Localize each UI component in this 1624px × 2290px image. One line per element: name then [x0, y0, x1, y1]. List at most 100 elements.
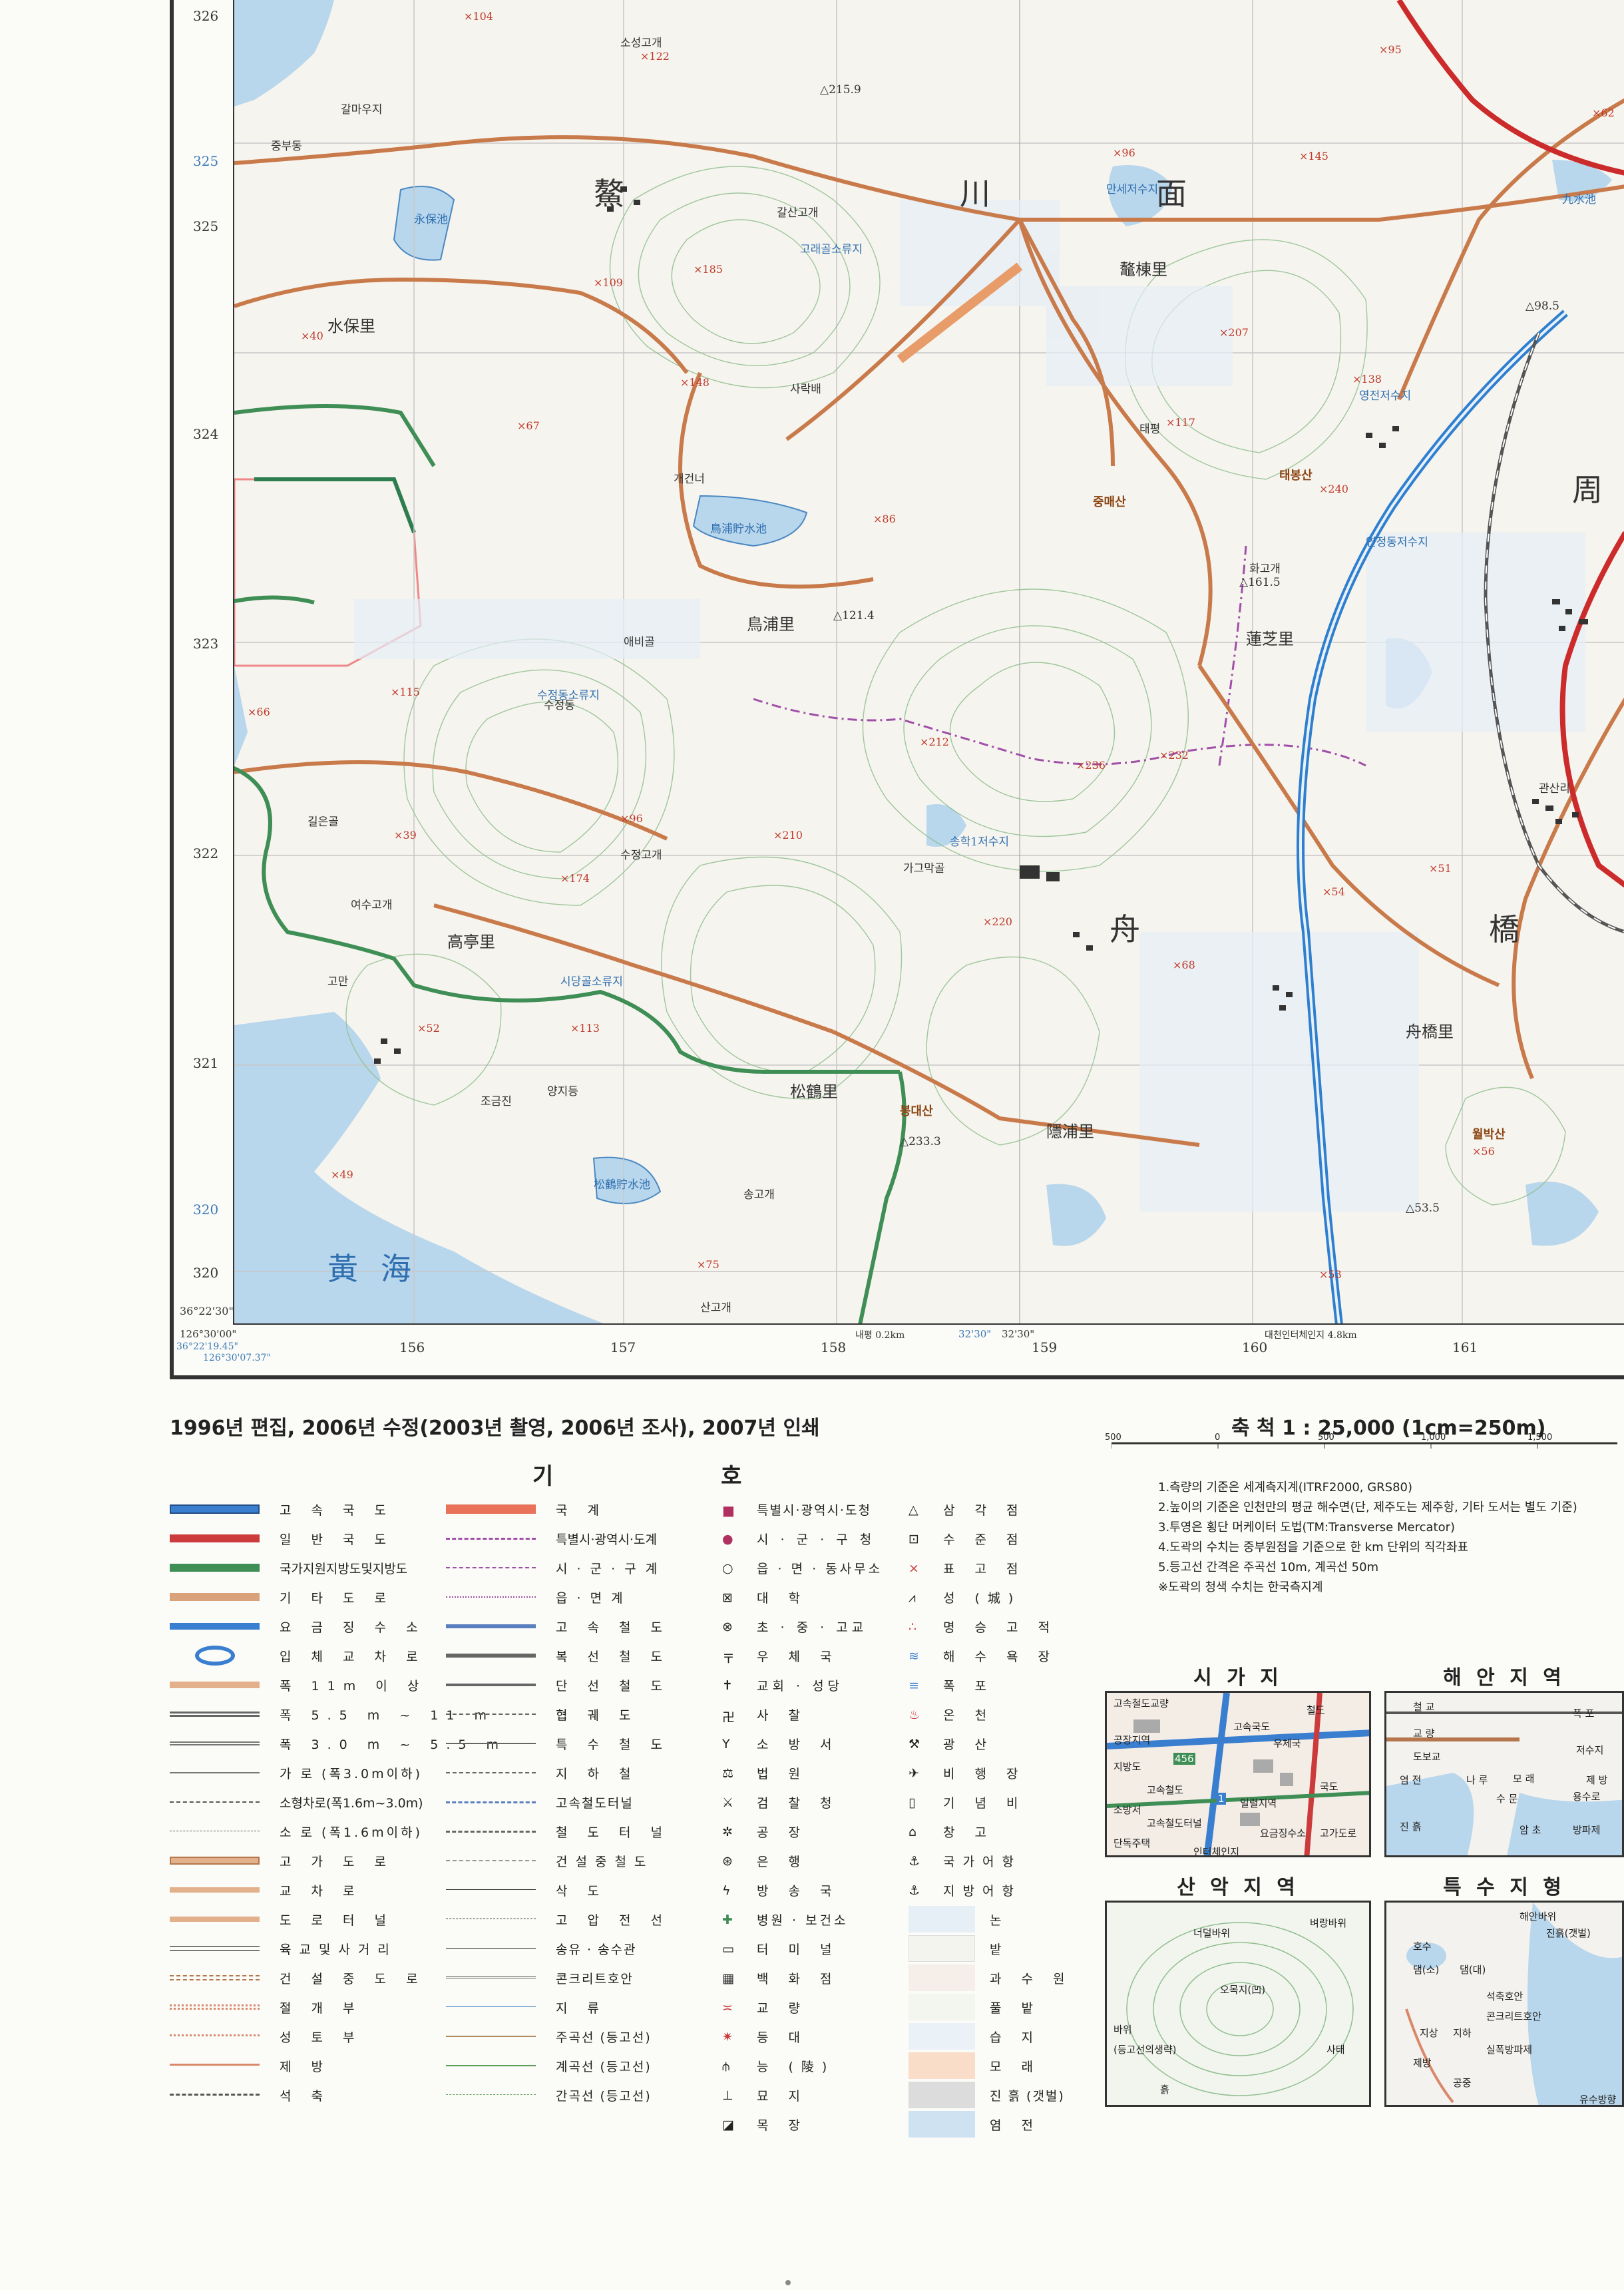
- pass-name: 송고개: [743, 1188, 775, 1202]
- crossing-symbol: [170, 1887, 260, 1893]
- supplementary-contour-symbol: [446, 2094, 536, 2096]
- legend-row: ⫛ 능 (陵): [722, 2051, 883, 2080]
- legend-label: 건 설 중 도 로: [280, 1971, 426, 1986]
- area-name: 面: [1156, 176, 1188, 212]
- legend-label: 국가어항: [943, 1854, 1022, 1869]
- inset-label: 너덜바위: [1193, 1927, 1231, 1939]
- legend-row: ⚓ 지방어항: [909, 1875, 1073, 1905]
- legend-row: 지 하 철: [446, 1758, 670, 1787]
- inset-label: 암 초: [1520, 1824, 1541, 1836]
- legend-label: 능 (陵): [757, 2059, 835, 2074]
- double-track-symbol: [446, 1654, 536, 1658]
- legend-label: 모 래: [990, 2059, 1041, 2074]
- overpass-symbol: [170, 1946, 260, 1951]
- inset-label: 호수: [1413, 1941, 1432, 1952]
- legend-row: 간곡선 (등고선): [446, 2080, 670, 2110]
- hamlet-name: 갈마우지: [341, 103, 383, 116]
- legend-label: 고 속 철 도: [556, 1620, 671, 1635]
- legend-row: ✚ 병원 · 보건소: [722, 1905, 883, 1934]
- map-notes: 1.측량의 기준은 세계측지계(ITRF2000, GRS80) 2.높이의 기…: [1158, 1478, 1577, 1598]
- inset-label: 제방: [1413, 2057, 1432, 2069]
- legend-label: 철 도 터 널: [556, 1825, 671, 1840]
- legend-label: 폭 포: [943, 1678, 994, 1694]
- grid-label-bottom: 156: [399, 1339, 425, 1355]
- hamlet-name: 고만: [327, 975, 349, 989]
- legend-row: 고속철도터널: [446, 1787, 670, 1817]
- note-line: 4.도곽의 수치는 중부원점을 기준으로 한 km 단위의 직각좌표: [1158, 1540, 1469, 1554]
- legend-row: 과 수 원: [909, 1963, 1073, 1992]
- legend-row: 염 전: [909, 2110, 1073, 2139]
- index-contour-symbol: [446, 2036, 536, 2037]
- reservoir-label: 松鶴貯水池: [594, 1178, 650, 1192]
- mountain-name: 중매산: [1093, 495, 1126, 509]
- legend-label: 소형차로(폭1.6m~3.0m): [280, 1795, 423, 1811]
- corner-coordinate: 126°30'00": [180, 1328, 237, 1340]
- reservoir-label: 고래골소류지: [800, 243, 863, 256]
- path-symbol: [170, 1831, 260, 1832]
- post-office-icon: 〒: [722, 1652, 735, 1666]
- single-track-symbol: [446, 1684, 536, 1686]
- factory-icon: ✲: [722, 1825, 733, 1839]
- spot-height: ×49: [331, 1168, 353, 1181]
- inset-label: 실폭방파제: [1486, 2044, 1533, 2056]
- interchange-symbol: [195, 1646, 235, 1666]
- hamlet-name: 조금진: [481, 1095, 512, 1108]
- legend-label: 습 지: [990, 2030, 1041, 2045]
- reservoir-label: 연정동저수지: [1366, 536, 1428, 549]
- legend-label: 읍 · 면 · 동사무소: [757, 1561, 883, 1576]
- inset-title-special: 특 수 지 형: [1443, 1876, 1565, 1899]
- reservoir-label: 시당골소류지: [560, 975, 623, 989]
- department-store-icon: ▦: [722, 1971, 734, 1986]
- inset-label: 국도: [1320, 1781, 1338, 1793]
- legend-row: ≋ 해 수 욕 장: [909, 1641, 1073, 1670]
- legend-label: 삼 각 점: [943, 1502, 1026, 1518]
- legend-row: 고 압 전 선: [446, 1905, 670, 1934]
- legend-row: ⚔ 검 찰 청: [722, 1787, 883, 1817]
- spot-height: ×39: [394, 829, 417, 841]
- grid-label: 321: [193, 1055, 219, 1071]
- inset-label: 폭 포: [1573, 1708, 1595, 1719]
- legend-row: 주곡선 (등고선): [446, 2022, 670, 2051]
- area-name: 川: [960, 176, 992, 212]
- legend-label: 은 행: [757, 1854, 808, 1869]
- legend-label: 공 장: [757, 1825, 808, 1840]
- legend-label: 염 전: [990, 2118, 1041, 2133]
- corner-coordinate: 126°30'07.37": [203, 1353, 271, 1363]
- small-road-symbol: [170, 1801, 260, 1803]
- legend-row: 밭: [909, 1934, 1073, 1963]
- reservoir-label: 永保池: [414, 213, 448, 226]
- legend-label: 읍 · 면 계: [556, 1590, 626, 1606]
- inset-mountain: 너덜바위 벼랑바위 오목지(凹) 바위 (등고선의생략) 사태 흙: [1105, 1901, 1371, 2107]
- note-line: ※도곽의 청색 수치는 한국측지계: [1158, 1580, 1323, 1594]
- village-name: 鳥浦里: [747, 615, 795, 634]
- legend-row: ◪ 목 장: [722, 2110, 883, 2139]
- sea-name: 海: [381, 1251, 413, 1287]
- inset-label: 단독주택: [1114, 1837, 1151, 1849]
- legend-row: ∴ 명 승 고 적: [909, 1612, 1073, 1641]
- hamlet-name: 수정동: [544, 699, 575, 712]
- legend-points-landcover: △ 삼 각 점 ⊡ 수 준 점 × 표 고 점 ⩘ 성 (城) ∴ 명 승 고 적 ≋ 해 …: [909, 1494, 1073, 2139]
- legend-label: 교회 · 성당: [757, 1678, 844, 1694]
- province-office-icon: ■: [722, 1502, 735, 1518]
- elevated-road-symbol: [170, 1857, 260, 1865]
- street-symbol: [170, 1772, 260, 1773]
- spot-height: ×68: [1173, 959, 1195, 971]
- warehouse-icon: ⌂: [909, 1825, 917, 1839]
- inset-city: 고속철도교량 철도 공장지역 고속국도 우체국 지방도 고속철도 일렬지역 국도…: [1105, 1691, 1371, 1857]
- province-border-symbol: [446, 1537, 536, 1540]
- legend-label: 특별시·광역시·도청: [757, 1502, 871, 1518]
- temple-icon: 卍: [722, 1710, 735, 1725]
- national-road-symbol: [170, 1534, 260, 1542]
- expressway-symbol: [170, 1504, 260, 1514]
- subway-symbol: [446, 1772, 536, 1773]
- town-border-symbol: [446, 1596, 536, 1598]
- spot-height: ×145: [1299, 150, 1328, 162]
- spot-height: ×96: [620, 812, 643, 825]
- inset-label: 소방서: [1114, 1804, 1141, 1816]
- topographic-map[interactable]: 326 鰲 川 面 舟 橋 周 鳥浦里 松鶴里 高亭里 隱浦里 蓮芝里 舟橋里 …: [233, 0, 1624, 1325]
- note-line: 1.측량의 기준은 세계측지계(ITRF2000, GRS80): [1158, 1481, 1413, 1494]
- spot-height: ×86: [873, 513, 896, 525]
- hospital-icon: ✚: [722, 1913, 733, 1927]
- legend-row: 복 선 철 도: [446, 1641, 670, 1670]
- inset-label: 일렬지역: [1240, 1797, 1277, 1809]
